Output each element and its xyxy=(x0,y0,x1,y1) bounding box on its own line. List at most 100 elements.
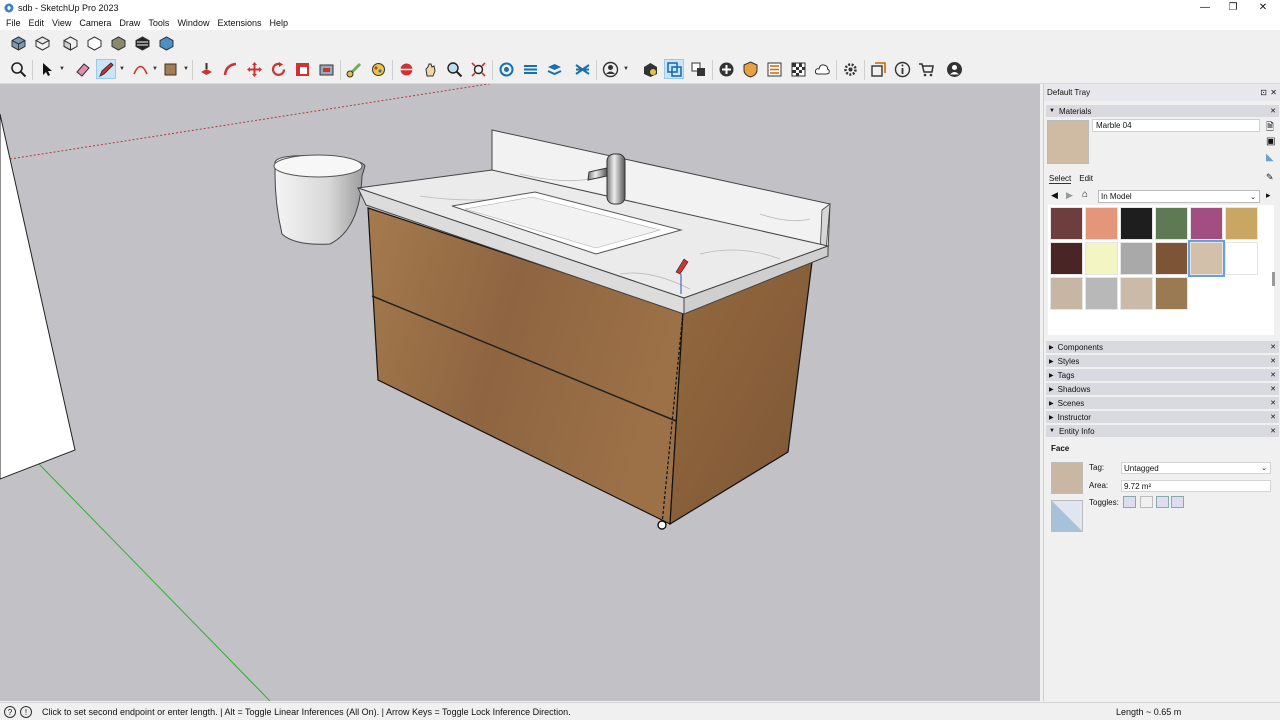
eraser-icon[interactable] xyxy=(72,59,92,79)
pencil-line-icon[interactable] xyxy=(96,59,116,79)
settings-icon[interactable] xyxy=(840,59,860,79)
dialog-icon[interactable] xyxy=(868,59,888,79)
menu-help[interactable]: Help xyxy=(265,18,292,28)
material-swatch[interactable] xyxy=(1188,240,1225,277)
collection-dropdown[interactable]: In Model ⌄ xyxy=(1098,190,1260,203)
material-swatch[interactable] xyxy=(1155,277,1188,310)
account-icon[interactable] xyxy=(600,59,620,79)
scale-icon[interactable] xyxy=(292,59,312,79)
orbit-icon[interactable] xyxy=(396,59,416,79)
tab-edit[interactable]: Edit xyxy=(1079,174,1093,184)
tray-pin-icon[interactable]: ⊡ xyxy=(1260,88,1267,97)
material-swatch[interactable] xyxy=(1050,242,1083,275)
geo-location-icon[interactable]: ? xyxy=(4,706,16,718)
cast-shadows-toggle-icon[interactable] xyxy=(1156,496,1169,508)
material-swatch[interactable] xyxy=(1050,207,1083,240)
section-cut-icon[interactable] xyxy=(520,59,540,79)
minimize-button[interactable]: — xyxy=(1190,0,1220,15)
section-components[interactable]: ▶ Components ✕ xyxy=(1046,341,1279,353)
tab-select[interactable]: Select xyxy=(1049,174,1072,184)
material-swatch[interactable] xyxy=(1120,242,1153,275)
home-icon[interactable]: ⌂ xyxy=(1082,189,1088,200)
close-button[interactable]: ✕ xyxy=(1248,0,1278,15)
iso-view-icon[interactable] xyxy=(8,33,28,53)
material-swatch[interactable] xyxy=(1155,242,1188,275)
material-swatch[interactable] xyxy=(1190,207,1223,240)
forward-arrow-icon[interactable]: ▶ xyxy=(1066,190,1073,201)
zoom-icon[interactable] xyxy=(444,59,464,79)
select-icon[interactable] xyxy=(36,59,56,79)
pan-icon[interactable] xyxy=(420,59,440,79)
menu-tools[interactable]: Tools xyxy=(144,18,173,28)
material-name-field[interactable]: Marble 04 xyxy=(1092,119,1260,132)
entity-material-swatch[interactable] xyxy=(1051,462,1083,494)
layout-icon[interactable] xyxy=(688,59,708,79)
material-swatch[interactable] xyxy=(1050,277,1083,310)
rotate-icon[interactable] xyxy=(268,59,288,79)
tray-close-icon[interactable]: ✕ xyxy=(1270,88,1277,97)
rectangle-caret-icon[interactable]: ▼ xyxy=(183,66,189,72)
zoom-window-icon[interactable] xyxy=(8,59,28,79)
follow-me-icon[interactable] xyxy=(220,59,240,79)
menu-camera[interactable]: Camera xyxy=(75,18,115,28)
lock-toggle-icon[interactable] xyxy=(1140,496,1153,508)
back-view-icon[interactable] xyxy=(108,33,128,53)
default-material-icon[interactable]: ▣ xyxy=(1266,136,1275,147)
cloud-icon[interactable] xyxy=(812,59,832,79)
info-icon[interactable] xyxy=(892,59,912,79)
model-viewport[interactable] xyxy=(0,84,1040,701)
section-shadows[interactable]: ▶ Shadows ✕ xyxy=(1046,383,1279,395)
menu-window[interactable]: Window xyxy=(173,18,213,28)
create-material-icon[interactable]: 🗎 xyxy=(1266,120,1274,137)
push-pull-icon[interactable] xyxy=(196,59,216,79)
front-view-icon[interactable] xyxy=(60,33,80,53)
rectangle-icon[interactable] xyxy=(160,59,180,79)
warehouse-icon[interactable] xyxy=(640,59,660,79)
menu-edit[interactable]: Edit xyxy=(25,18,49,28)
extension-icon[interactable] xyxy=(664,59,684,79)
profile-icon[interactable] xyxy=(944,59,964,79)
top-view-icon[interactable] xyxy=(32,33,52,53)
left-view-icon[interactable] xyxy=(132,33,152,53)
section-instructor[interactable]: ▶ Instructor ✕ xyxy=(1046,411,1279,423)
maximize-button[interactable]: ❐ xyxy=(1218,0,1248,15)
length-value-box[interactable]: ~ 0.65 m xyxy=(1146,707,1181,717)
instructor-icon[interactable]: ! xyxy=(20,706,32,718)
material-swatch[interactable] xyxy=(1085,207,1118,240)
arc-icon[interactable] xyxy=(130,59,150,79)
section-plane-icon[interactable] xyxy=(496,59,516,79)
section-fill-icon[interactable] xyxy=(544,59,564,79)
select-caret-icon[interactable]: ▼ xyxy=(59,66,65,72)
cart-icon[interactable] xyxy=(916,59,936,79)
section-entity-info[interactable]: ▼ Entity Info ✕ xyxy=(1046,425,1279,437)
panel-close-icon[interactable]: ✕ xyxy=(1270,107,1276,115)
trimble-connect-icon[interactable] xyxy=(764,59,784,79)
offset-icon[interactable] xyxy=(316,59,336,79)
line-caret-icon[interactable]: ▼ xyxy=(119,66,125,72)
solid-tools-icon[interactable] xyxy=(716,59,736,79)
material-swatch[interactable] xyxy=(1225,242,1258,275)
checker-icon[interactable] xyxy=(788,59,808,79)
arc-caret-icon[interactable]: ▼ xyxy=(152,66,158,72)
material-swatch[interactable] xyxy=(1225,207,1258,240)
menu-file[interactable]: File xyxy=(2,18,25,28)
paint-bucket-icon[interactable] xyxy=(368,59,388,79)
materials-panel-header[interactable]: ▼ Materials ✕ xyxy=(1046,105,1279,117)
menu-draw[interactable]: Draw xyxy=(115,18,144,28)
account-caret-icon[interactable]: ▼ xyxy=(623,66,629,72)
material-swatch[interactable] xyxy=(1120,277,1153,310)
tray-scrollbar[interactable] xyxy=(1272,272,1275,286)
section-scenes[interactable]: ▶ Scenes ✕ xyxy=(1046,397,1279,409)
visibility-toggle-icon[interactable] xyxy=(1123,496,1136,508)
zoom-extents-icon[interactable] xyxy=(468,59,488,79)
eyedropper-icon[interactable]: ✎ xyxy=(1266,172,1274,183)
display-section-icon[interactable] xyxy=(572,59,592,79)
back-arrow-icon[interactable]: ◀ xyxy=(1051,190,1058,201)
sandbox-icon[interactable] xyxy=(740,59,760,79)
right-view-icon[interactable] xyxy=(84,33,104,53)
section-tags[interactable]: ▶ Tags ✕ xyxy=(1046,369,1279,381)
menu-extensions[interactable]: Extensions xyxy=(213,18,265,28)
back-material-swatch[interactable] xyxy=(1051,500,1083,532)
menu-view[interactable]: View xyxy=(48,18,75,28)
material-swatch[interactable] xyxy=(1085,277,1118,310)
